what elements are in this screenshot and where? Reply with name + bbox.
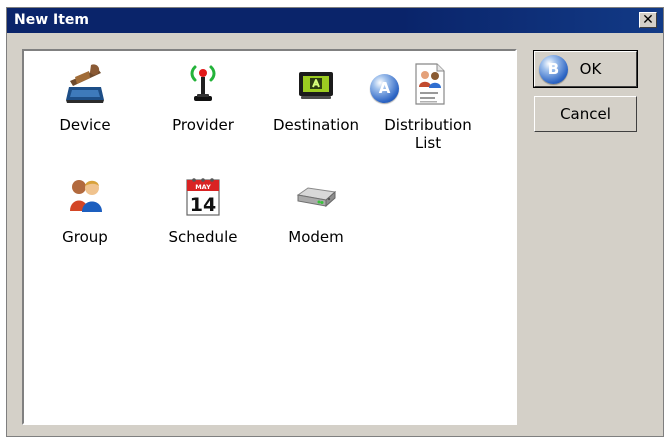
item-label: Destination [272, 116, 360, 134]
item-panel: Device Provider Destination Distribution… [22, 49, 517, 425]
calendar-day: 14 [190, 194, 216, 216]
item-group[interactable]: Group [34, 171, 136, 259]
item-device[interactable]: Device [34, 59, 136, 147]
marker-b: B [539, 55, 568, 84]
item-destination[interactable]: Destination [265, 59, 367, 147]
cancel-label: Cancel [560, 104, 611, 123]
modem-icon [296, 187, 336, 208]
item-label: Schedule [168, 228, 238, 246]
ok-label: OK [579, 59, 602, 78]
group-icon [70, 180, 102, 212]
close-icon: ✕ [642, 12, 654, 28]
laptop-icon [66, 64, 104, 103]
calendar-month: MAY [195, 183, 211, 191]
item-label: Modem [288, 228, 344, 246]
item-schedule[interactable]: MAY 14 Schedule [152, 171, 254, 259]
calendar-icon: MAY 14 [186, 178, 220, 216]
item-label: Group [62, 228, 108, 246]
item-label: Device [59, 116, 111, 134]
dialog-title: New Item [14, 12, 90, 28]
monitor-icon [299, 72, 333, 99]
address-list-icon [415, 63, 445, 105]
item-provider[interactable]: Provider [152, 59, 254, 147]
title-bar: New Item ✕ [7, 8, 663, 33]
item-label: Provider [172, 116, 234, 134]
item-distribution-list[interactable]: Distribution List [377, 59, 479, 152]
item-label: Distribution List [384, 116, 472, 152]
new-item-dialog: New Item ✕ Device Provider Destination D… [6, 7, 664, 437]
item-modem[interactable]: Modem [265, 171, 367, 259]
cancel-button[interactable]: Cancel [534, 96, 637, 132]
marker-a: A [370, 74, 399, 103]
antenna-icon [190, 65, 216, 101]
close-button[interactable]: ✕ [639, 12, 657, 28]
